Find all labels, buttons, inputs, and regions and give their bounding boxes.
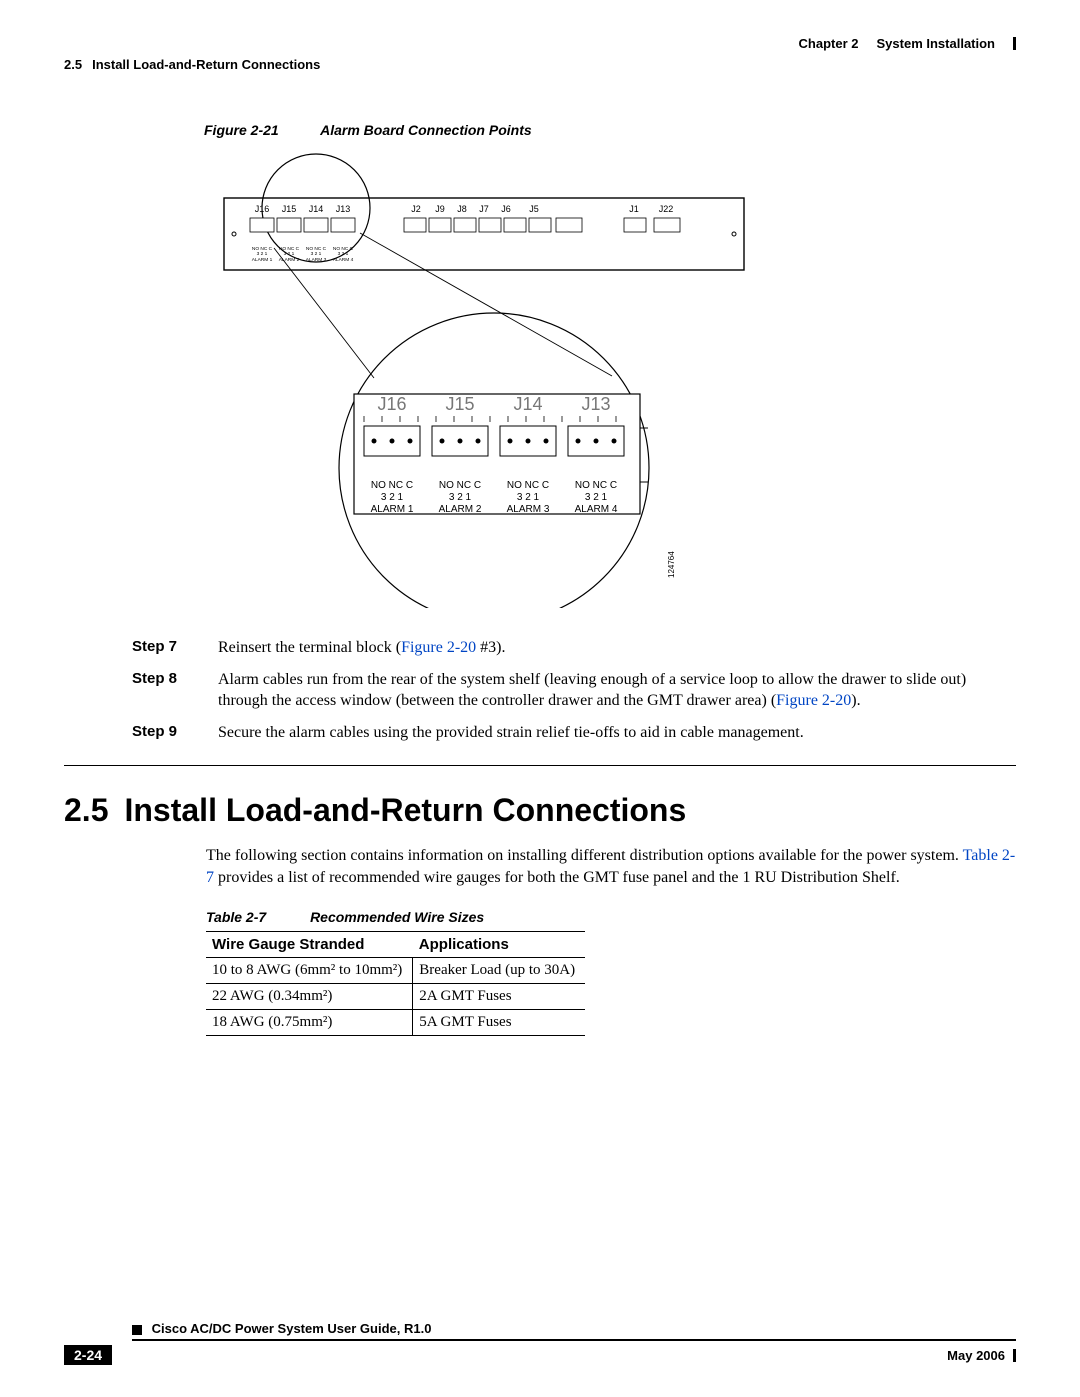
step-row: Step 7 Reinsert the terminal block (Figu… [64, 637, 1016, 659]
page-number: 2-24 [64, 1345, 112, 1365]
svg-text:J5: J5 [529, 204, 539, 214]
svg-text:3 2 1: 3 2 1 [311, 251, 322, 257]
svg-text:J14: J14 [309, 204, 324, 214]
figure-diagram: J16 J15 J14 J13 J2 J9 J8 J7 J6 J5 J1 J22 [204, 148, 764, 613]
table-row: 18 AWG (0.75mm²) 5A GMT Fuses [206, 1009, 585, 1035]
svg-text:NO NC C: NO NC C [371, 480, 413, 491]
table-cell: 22 AWG (0.34mm²) [206, 983, 413, 1009]
svg-text:NO NC C: NO NC C [439, 480, 481, 491]
svg-text:J15: J15 [445, 394, 474, 414]
table-header: Applications [413, 931, 585, 957]
step-list: Step 7 Reinsert the terminal block (Figu… [64, 637, 1016, 743]
svg-text:3 2 1: 3 2 1 [284, 251, 295, 257]
section-divider [64, 765, 1016, 766]
svg-text:3 2 1: 3 2 1 [449, 492, 472, 503]
svg-text:J2: J2 [411, 204, 421, 214]
svg-text:J9: J9 [435, 204, 445, 214]
svg-text:3 2 1: 3 2 1 [517, 492, 540, 503]
svg-text:J8: J8 [457, 204, 467, 214]
section-title: Install Load-and-Return Connections [92, 57, 320, 72]
drawing-id: 124764 [667, 551, 676, 578]
svg-text:J6: J6 [501, 204, 511, 214]
figure-caption: Figure 2-21 Alarm Board Connection Point… [204, 122, 1016, 138]
svg-text:3 2 1: 3 2 1 [338, 251, 349, 257]
svg-text:J14: J14 [513, 394, 542, 414]
wire-size-table: Wire Gauge Stranded Applications 10 to 8… [206, 931, 585, 1036]
svg-text:J13: J13 [581, 394, 610, 414]
table-title: Recommended Wire Sizes [310, 909, 484, 925]
svg-text:J1: J1 [629, 204, 639, 214]
svg-text:J16: J16 [255, 204, 270, 214]
section-title: Install Load-and-Return Connections [124, 792, 686, 828]
xref-link[interactable]: Figure 2-20 [401, 639, 476, 656]
svg-text:J16: J16 [377, 394, 406, 414]
svg-text:ALARM 3: ALARM 3 [306, 257, 327, 263]
svg-text:ALARM 1: ALARM 1 [371, 504, 414, 515]
table-row: 22 AWG (0.34mm²) 2A GMT Fuses [206, 983, 585, 1009]
page-footer: Cisco AC/DC Power System User Guide, R1.… [64, 1321, 1016, 1365]
step-body: Reinsert the terminal block (Figure 2-20… [218, 637, 1016, 659]
svg-text:3 2 1: 3 2 1 [585, 492, 608, 503]
step-row: Step 8 Alarm cables run from the rear of… [64, 669, 1016, 712]
running-section: 2.5 Install Load-and-Return Connections [64, 57, 1016, 72]
svg-text:ALARM 4: ALARM 4 [575, 504, 618, 515]
svg-text:ALARM 1: ALARM 1 [252, 257, 273, 263]
publication-date: May 2006 [947, 1348, 1005, 1363]
svg-text:ALARM 3: ALARM 3 [507, 504, 550, 515]
table-row: 10 to 8 AWG (6mm² to 10mm²) Breaker Load… [206, 957, 585, 983]
table-cell: 18 AWG (0.75mm²) [206, 1009, 413, 1035]
header-bar-icon [1013, 37, 1016, 50]
step-row: Step 9 Secure the alarm cables using the… [64, 722, 1016, 744]
table-cell: 10 to 8 AWG (6mm² to 10mm²) [206, 957, 413, 983]
step-body: Secure the alarm cables using the provid… [218, 722, 1016, 744]
xref-link[interactable]: Figure 2-20 [776, 692, 851, 709]
step-body: Alarm cables run from the rear of the sy… [218, 669, 1016, 712]
section-heading: 2.5 Install Load-and-Return Connections [64, 792, 1016, 829]
step-label: Step 7 [132, 637, 202, 659]
svg-text:J7: J7 [479, 204, 489, 214]
figure-number: Figure 2-21 [204, 122, 279, 138]
svg-text:3 2 1: 3 2 1 [381, 492, 404, 503]
svg-text:J22: J22 [659, 204, 674, 214]
step-label: Step 8 [132, 669, 202, 712]
chapter-label: Chapter 2 [799, 36, 859, 51]
svg-text:ALARM 4: ALARM 4 [333, 257, 354, 263]
svg-text:NO NC C: NO NC C [507, 480, 549, 491]
doc-title: Cisco AC/DC Power System User Guide, R1.… [152, 1321, 432, 1336]
running-header: Chapter 2 System Installation [64, 36, 1016, 51]
table-cell: 5A GMT Fuses [413, 1009, 585, 1035]
section-intro: The following section contains informati… [206, 845, 1016, 888]
footer-square-icon [132, 1325, 142, 1335]
svg-text:NO NC C: NO NC C [575, 480, 617, 491]
svg-text:J13: J13 [336, 204, 351, 214]
table-caption: Table 2-7 Recommended Wire Sizes [206, 909, 1016, 925]
table-number: Table 2-7 [206, 909, 266, 925]
svg-text:J15: J15 [282, 204, 297, 214]
svg-text:3 2 1: 3 2 1 [257, 251, 268, 257]
section-number: 2.5 [64, 792, 108, 828]
table-cell: Breaker Load (up to 30A) [413, 957, 585, 983]
section-number: 2.5 [64, 57, 82, 72]
footer-bar-icon [1013, 1349, 1016, 1362]
figure-title: Alarm Board Connection Points [320, 122, 532, 138]
chapter-title: System Installation [877, 36, 995, 51]
svg-text:ALARM 2: ALARM 2 [439, 504, 482, 515]
step-label: Step 9 [132, 722, 202, 744]
table-cell: 2A GMT Fuses [413, 983, 585, 1009]
table-header: Wire Gauge Stranded [206, 931, 413, 957]
